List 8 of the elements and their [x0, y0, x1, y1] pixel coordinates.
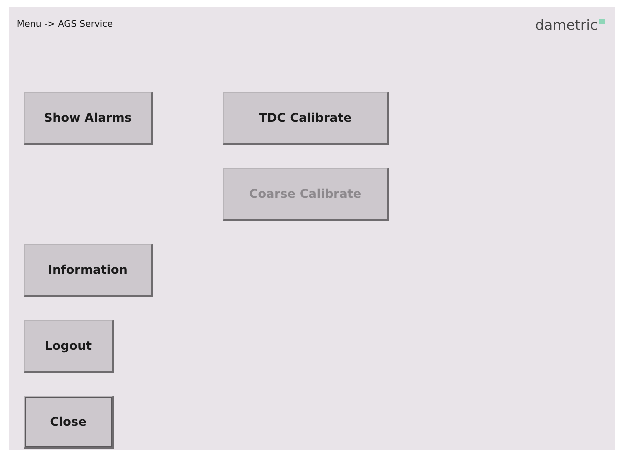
menu-button[interactable]: Logout: [24, 320, 114, 373]
logo-mark-icon: [599, 19, 605, 24]
menu-button[interactable]: TDC Calibrate: [223, 92, 389, 145]
menu-button[interactable]: Information: [24, 244, 153, 297]
menu-button[interactable]: Show Alarms: [24, 92, 153, 145]
breadcrumb: Menu -> AGS Service: [17, 20, 114, 30]
logo: dametric: [535, 18, 598, 34]
menu-button[interactable]: Close: [24, 396, 114, 449]
